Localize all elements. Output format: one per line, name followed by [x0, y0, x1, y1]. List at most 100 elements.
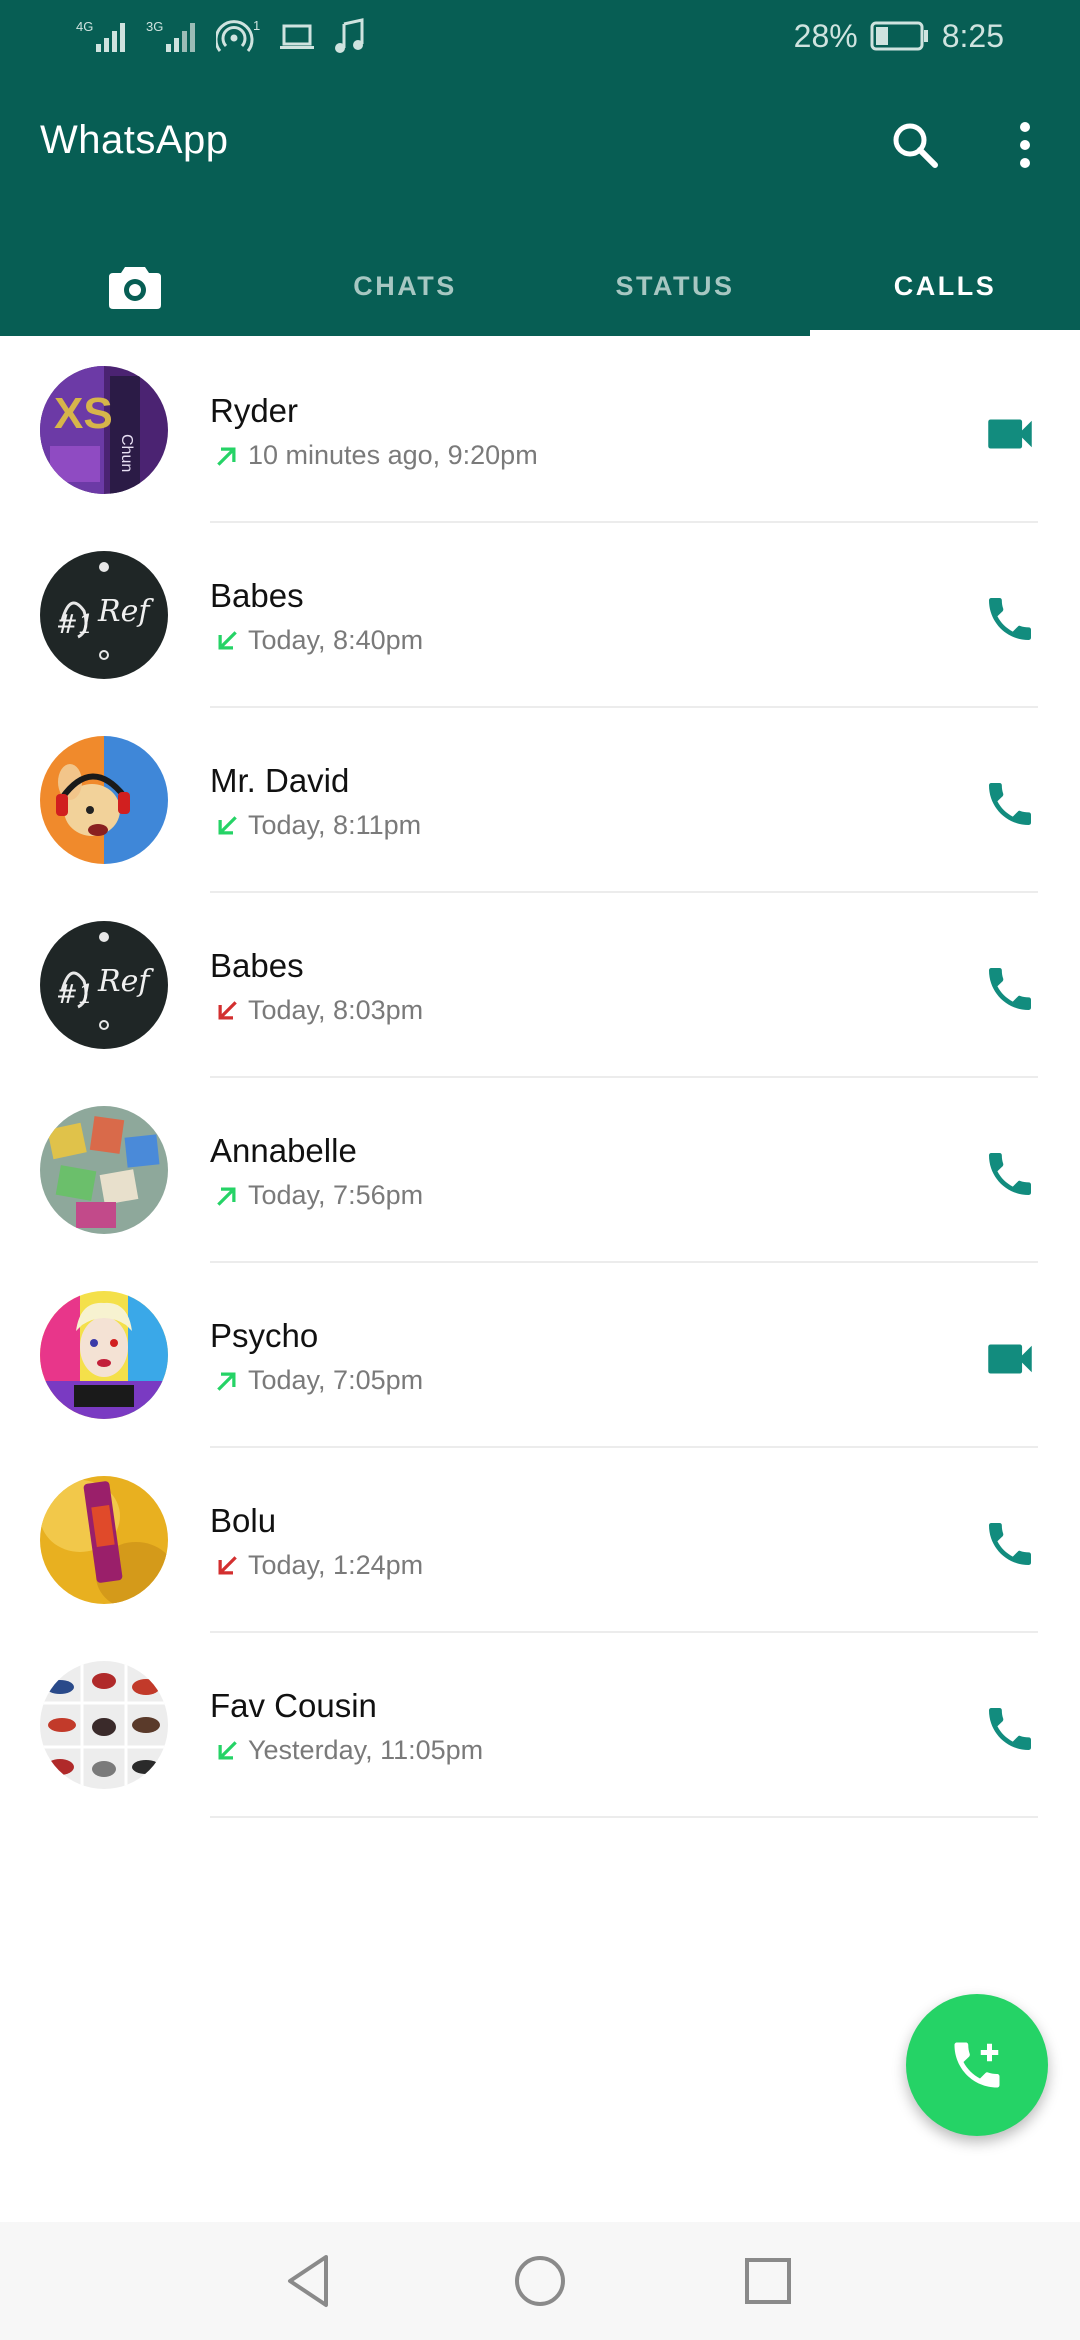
- svg-text:XS: XS: [54, 389, 113, 438]
- nav-back-button[interactable]: [274, 2248, 344, 2314]
- status-bar-right: 28% 8:25: [794, 14, 1004, 58]
- incoming-call-arrow-icon: [212, 626, 242, 656]
- svg-text:Ref: Ref: [97, 594, 154, 629]
- svg-text:1: 1: [253, 18, 260, 33]
- call-time: Yesterday, 11:05pm: [248, 1735, 484, 1765]
- nav-home-button[interactable]: [505, 2248, 575, 2314]
- tab-chats[interactable]: CHATS: [270, 236, 540, 336]
- new-call-fab[interactable]: [906, 1994, 1048, 2136]
- call-meta: Yesterday, 11:05pm: [212, 1735, 483, 1766]
- outgoing-call-arrow-icon: [212, 441, 242, 471]
- call-row[interactable]: #1 Ref Babes Today, 8:40pm: [0, 523, 1080, 708]
- contact-name: Mr. David: [210, 762, 350, 799]
- voice-call-button[interactable]: [970, 1504, 1050, 1584]
- contact-name: Fav Cousin: [210, 1687, 377, 1724]
- call-meta: Today, 7:56pm: [212, 1180, 423, 1211]
- call-time: Today, 7:56pm: [248, 1180, 424, 1210]
- avatar[interactable]: [40, 1291, 168, 1419]
- svg-text:4G: 4G: [76, 19, 93, 34]
- call-row[interactable]: Bolu Today, 1:24pm: [0, 1448, 1080, 1633]
- incoming-call-arrow-icon: [212, 811, 242, 841]
- call-row[interactable]: XS Chun Ryder 10 minutes ago, 9:20pm: [0, 338, 1080, 523]
- avatar[interactable]: #1 Ref: [40, 921, 168, 1049]
- back-icon: [288, 2255, 328, 2307]
- status-bar-left: 4G 3G 1: [76, 14, 366, 58]
- avatar[interactable]: [40, 736, 168, 864]
- missed-call-arrow-icon: [212, 996, 242, 1026]
- call-time: 10 minutes ago, 9:20pm: [248, 440, 538, 470]
- system-nav-bar: [0, 2222, 1080, 2340]
- tab-status[interactable]: STATUS: [540, 236, 810, 336]
- call-meta: 10 minutes ago, 9:20pm: [212, 440, 538, 471]
- more-options-button[interactable]: [990, 110, 1060, 180]
- phone-icon: [982, 591, 1038, 647]
- signal-3g-icon: 3G: [146, 19, 195, 52]
- outgoing-call-arrow-icon: [212, 1181, 242, 1211]
- svg-text:3G: 3G: [146, 19, 163, 34]
- hotspot-icon: 1: [216, 18, 260, 52]
- call-time: Today, 8:03pm: [248, 995, 424, 1025]
- voice-call-button[interactable]: [970, 1134, 1050, 1214]
- call-meta: Today, 8:03pm: [212, 995, 423, 1026]
- active-tab-indicator: [810, 330, 1080, 336]
- missed-call-arrow-icon: [212, 1551, 242, 1581]
- search-icon: [893, 123, 938, 168]
- svg-text:Chun: Chun: [118, 434, 135, 472]
- avatar[interactable]: [40, 1661, 168, 1789]
- laptop-icon: [280, 24, 314, 49]
- phone-icon: [982, 1701, 1038, 1757]
- call-meta: Today, 8:40pm: [212, 625, 423, 656]
- music-note-icon: [335, 18, 364, 53]
- phone-icon: [982, 776, 1038, 832]
- svg-text:#1: #1: [56, 610, 94, 640]
- voice-call-button[interactable]: [970, 579, 1050, 659]
- svg-text:#1: #1: [56, 980, 94, 1010]
- video-call-icon: [981, 1330, 1039, 1388]
- video-call-button[interactable]: [970, 1319, 1050, 1399]
- call-row[interactable]: Mr. David Today, 8:11pm: [0, 708, 1080, 893]
- voice-call-button[interactable]: [970, 949, 1050, 1029]
- phone-icon: [982, 1146, 1038, 1202]
- tab-bar: CHATS STATUS CALLS: [0, 236, 1080, 336]
- battery-icon: [870, 21, 928, 51]
- nav-recents-button[interactable]: [733, 2248, 803, 2314]
- battery-percent: 28%: [793, 17, 858, 54]
- contact-name: Bolu: [210, 1502, 277, 1539]
- contact-name: Babes: [210, 577, 304, 614]
- avatar[interactable]: [40, 1106, 168, 1234]
- video-call-icon: [981, 405, 1039, 463]
- contact-name: Ryder: [210, 392, 299, 429]
- status-bar: 4G 3G 1 28% 8:25: [0, 0, 1080, 72]
- phone-icon: [982, 1516, 1038, 1572]
- contact-name: Babes: [210, 947, 304, 984]
- add-call-icon: [954, 2042, 1000, 2088]
- tab-camera[interactable]: [0, 236, 270, 336]
- avatar[interactable]: #1 Ref: [40, 551, 168, 679]
- more-vert-icon: [1020, 122, 1030, 168]
- svg-text:Ref: Ref: [97, 964, 154, 999]
- call-row[interactable]: Annabelle Today, 7:56pm: [0, 1078, 1080, 1263]
- recents-icon: [745, 2258, 791, 2304]
- call-row[interactable]: #1 Ref Babes Today, 8:03pm: [0, 893, 1080, 1078]
- call-row[interactable]: Fav Cousin Yesterday, 11:05pm: [0, 1633, 1080, 1818]
- contact-name: Psycho: [210, 1317, 319, 1354]
- app-bar: WhatsApp: [0, 100, 1080, 190]
- row-divider: [210, 1816, 1038, 1818]
- video-call-button[interactable]: [970, 394, 1050, 474]
- phone-icon: [982, 961, 1038, 1017]
- search-button[interactable]: [880, 110, 950, 180]
- contact-name: Annabelle: [210, 1132, 357, 1169]
- outgoing-call-arrow-icon: [212, 1366, 242, 1396]
- avatar[interactable]: [40, 1476, 168, 1604]
- camera-icon: [109, 267, 161, 309]
- call-meta: Today, 1:24pm: [212, 1550, 423, 1581]
- voice-call-button[interactable]: [970, 1689, 1050, 1769]
- call-row[interactable]: Psycho Today, 7:05pm: [0, 1263, 1080, 1448]
- avatar[interactable]: XS Chun: [40, 366, 168, 494]
- call-time: Today, 8:11pm: [248, 810, 422, 840]
- tab-calls[interactable]: CALLS: [810, 236, 1080, 336]
- status-time: 8:25: [941, 17, 1004, 54]
- app-title: WhatsApp: [40, 118, 229, 162]
- voice-call-button[interactable]: [970, 764, 1050, 844]
- signal-4g-icon: 4G: [76, 19, 125, 52]
